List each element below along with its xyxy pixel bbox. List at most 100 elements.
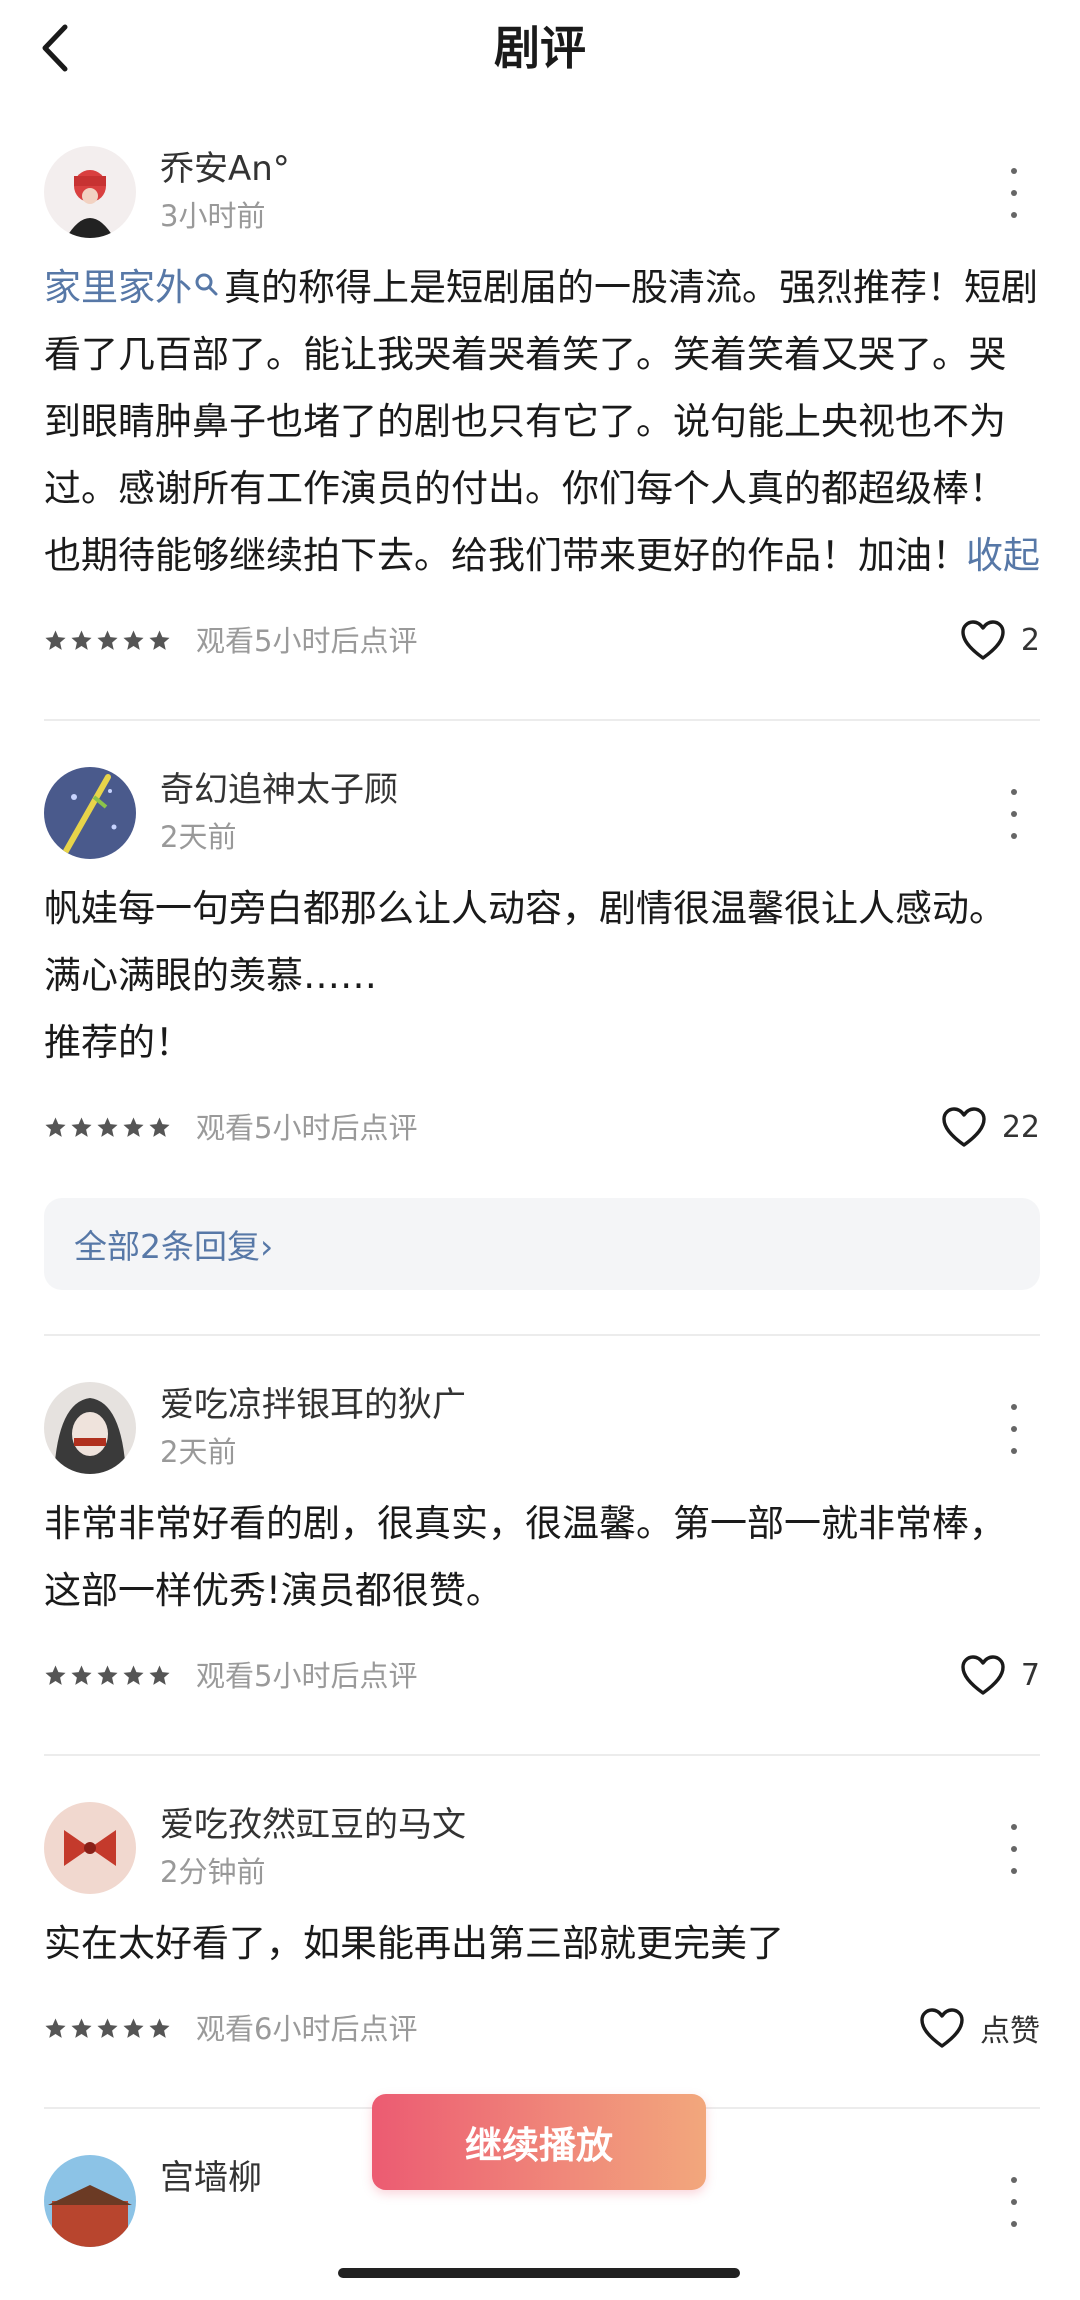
username[interactable]: 奇幻追神太子顾 (160, 767, 398, 813)
avatar-image (44, 1802, 136, 1894)
collapse-link[interactable]: 收起 (966, 522, 1040, 589)
dot (1011, 2199, 1017, 2205)
like-count: 2 (1020, 622, 1040, 658)
post-time: 3小时前 (160, 199, 266, 233)
review-header: 爱吃凉拌银耳的狄广 2天前 (44, 1382, 1040, 1474)
star-icon (71, 2018, 92, 2038)
star-icon (149, 1665, 170, 1685)
heart-outline-icon (942, 1107, 986, 1147)
review-item: 爱吃孜然豇豆的马文 2分钟前 实在太好看了，如果能再出第三部就更完美了 观看6小… (44, 1756, 1040, 2109)
star-icon (71, 1117, 92, 1137)
star-rating (44, 629, 171, 652)
star-icon (149, 1117, 170, 1137)
avatar[interactable] (44, 767, 136, 859)
review-paragraph: 帆娃每一句旁白都那么让人动容，剧情很温馨很让人感动。满心满眼的羡慕…… (44, 887, 1006, 997)
star-icon (45, 630, 66, 650)
dot (1011, 1426, 1017, 1432)
review-paragraph: 非常非常好看的剧，很真实，很温馨。第一部一就非常棒，这部一样优秀!演员都很赞。 (44, 1502, 1006, 1612)
star-icon (97, 1665, 118, 1685)
star-icon (123, 1117, 144, 1137)
watch-note: 观看6小时后点评 (196, 2012, 418, 2046)
page-title: 剧评 (494, 21, 586, 75)
star-icon (97, 630, 118, 650)
star-icon (71, 1665, 92, 1685)
star-icon (149, 2018, 170, 2038)
review-list[interactable]: 乔安An° 3小时前 家里家外 真的称得上是短剧届的一股清流。强烈推荐！短剧看了几… (44, 100, 1040, 2260)
dot (1011, 1846, 1017, 1852)
avatar-image (44, 2155, 136, 2247)
username[interactable]: 宫墙柳 (160, 2155, 262, 2201)
star-rating (44, 2017, 171, 2040)
avatar[interactable] (44, 1382, 136, 1474)
watch-note: 观看5小时后点评 (196, 1659, 418, 1693)
dot (1011, 1868, 1017, 1874)
review-paragraph: 实在太好看了，如果能再出第三部就更完美了 (44, 1922, 784, 1965)
star-icon (45, 1665, 66, 1685)
star-icon (123, 2018, 144, 2038)
heart-outline-icon (920, 2008, 964, 2048)
avatar[interactable] (44, 2155, 136, 2247)
drama-tag-label: 家里家外 (44, 266, 192, 309)
dot (1011, 811, 1017, 817)
username[interactable]: 爱吃凉拌银耳的狄广 (160, 1382, 466, 1428)
review-content[interactable]: 非常非常好看的剧，很真实，很温馨。第一部一就非常棒，这部一样优秀!演员都很赞。 (44, 1490, 1040, 1624)
review-header: 乔安An° 3小时前 (44, 146, 1040, 238)
star-icon (97, 1117, 118, 1137)
post-time: 2天前 (160, 1435, 237, 1469)
star-icon (45, 1117, 66, 1137)
review-meta: 观看5小时后点评 22 (44, 1102, 1040, 1162)
review-content[interactable]: 帆娃每一句旁白都那么让人动容，剧情很温馨很让人感动。满心满眼的羡慕…… 推荐的！ (44, 875, 1040, 1076)
watch-note: 观看5小时后点评 (196, 624, 418, 658)
avatar-image (44, 146, 136, 238)
vertical-dots-icon (1011, 168, 1017, 174)
star-rating (44, 1664, 171, 1687)
review-paragraph: 家里家外 真的称得上是短剧届的一股清流。强烈推荐！短剧看了几百部了。能让我哭着哭着… (44, 254, 1040, 589)
vertical-dots-icon (1011, 2177, 1017, 2183)
continue-play-button[interactable]: 继续播放 (372, 2094, 706, 2190)
review-text: 真的称得上是短剧届的一股清流。强烈推荐！短剧看了几百部了。能让我哭着哭着笑了。笑… (44, 266, 1038, 577)
heart-outline-icon (961, 1655, 1005, 1695)
vertical-dots-icon (1011, 1404, 1017, 1410)
more-options-button[interactable] (994, 1404, 1034, 1454)
dot (1011, 833, 1017, 839)
heart-outline-icon (961, 620, 1005, 660)
post-time: 2分钟前 (160, 1855, 266, 1889)
review-meta: 观看5小时后点评 7 (44, 1650, 1040, 1710)
like-count: 7 (1020, 1657, 1040, 1693)
search-icon (195, 273, 218, 296)
like-button[interactable]: 7 (959, 1650, 1040, 1700)
review-content[interactable]: 家里家外 真的称得上是短剧届的一股清流。强烈推荐！短剧看了几百部了。能让我哭着哭着… (44, 254, 1040, 589)
more-options-button[interactable] (994, 1824, 1034, 1874)
dot (1011, 212, 1017, 218)
star-icon (71, 630, 92, 650)
review-header: 奇幻追神太子顾 2天前 (44, 767, 1040, 859)
review-paragraph: 推荐的！ (44, 1021, 192, 1064)
username[interactable]: 乔安An° (160, 146, 290, 192)
more-options-button[interactable] (994, 168, 1034, 218)
star-rating (44, 1116, 171, 1139)
more-options-button[interactable] (994, 789, 1034, 839)
like-button[interactable]: 点赞 (918, 2003, 1040, 2053)
more-options-button[interactable] (994, 2177, 1034, 2227)
avatar[interactable] (44, 146, 136, 238)
avatar-image (44, 767, 136, 859)
star-icon (149, 630, 170, 650)
dot (1011, 190, 1017, 196)
home-indicator[interactable] (338, 2268, 740, 2278)
like-button[interactable]: 2 (959, 615, 1040, 665)
review-meta: 观看5小时后点评 2 (44, 615, 1040, 675)
like-button[interactable]: 22 (940, 1102, 1040, 1152)
top-bar: 剧评 (0, 0, 1080, 100)
avatar-image (44, 1382, 136, 1474)
username[interactable]: 爱吃孜然豇豆的马文 (160, 1802, 466, 1848)
avatar[interactable] (44, 1802, 136, 1894)
like-count: 22 (1001, 1109, 1040, 1145)
drama-tag-link[interactable]: 家里家外 (44, 266, 224, 309)
review-content[interactable]: 实在太好看了，如果能再出第三部就更完美了 (44, 1910, 1040, 1977)
dot (1011, 2221, 1017, 2227)
star-icon (123, 630, 144, 650)
view-replies-button[interactable]: 全部2条回复› (44, 1198, 1040, 1290)
vertical-dots-icon (1011, 1824, 1017, 1830)
review-item: 奇幻追神太子顾 2天前 帆娃每一句旁白都那么让人动容，剧情很温馨很让人感动。满心… (44, 721, 1040, 1336)
like-count: 点赞 (980, 2014, 1040, 2049)
